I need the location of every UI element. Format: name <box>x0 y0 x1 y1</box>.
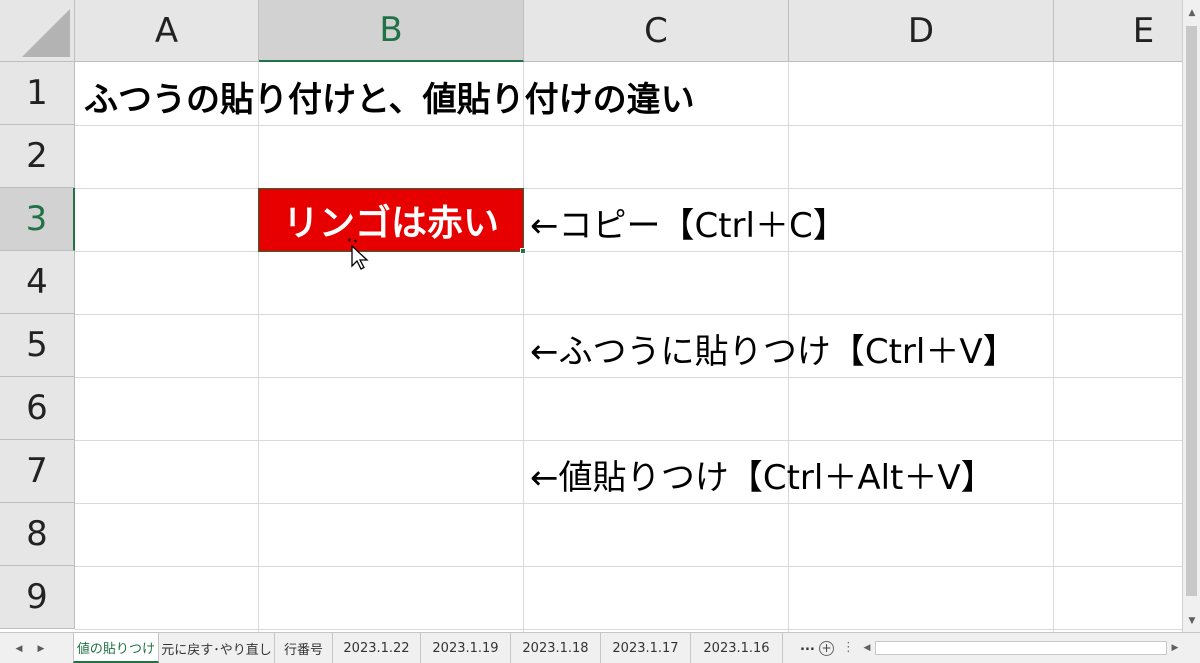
cell-c7-note[interactable]: ←値貼りつけ【Ctrl＋Alt＋V】 <box>530 450 995 499</box>
vertical-scroll-thumb[interactable] <box>1186 26 1197 596</box>
row-header-1[interactable]: 1 <box>0 62 75 125</box>
column-header-e[interactable]: E <box>1054 0 1182 62</box>
gridline-horizontal <box>75 503 1182 504</box>
column-header-c[interactable]: C <box>524 0 789 62</box>
cell-a1-title[interactable]: ふつうの貼り付けと、値貼り付けの違い <box>84 72 695 121</box>
scroll-up-icon[interactable]: ▲ <box>1183 4 1200 22</box>
column-header-a[interactable]: A <box>75 0 259 62</box>
column-header-b[interactable]: B <box>259 0 524 62</box>
fill-handle[interactable] <box>520 248 526 254</box>
mouse-cursor-icon <box>348 238 369 270</box>
row-header-5[interactable]: 5 <box>0 314 75 377</box>
select-all-triangle-icon <box>22 9 70 57</box>
gridline-vertical <box>258 62 259 632</box>
sheet-tab[interactable]: 2023.1.19 <box>421 633 511 663</box>
row-header-2[interactable]: 2 <box>0 125 75 188</box>
sheet-tab[interactable]: 2023.1.18 <box>511 633 601 663</box>
more-tabs-button[interactable]: ... <box>800 639 815 654</box>
plus-circle-icon[interactable]: + <box>819 641 834 656</box>
tab-scroll-right-icon[interactable]: ▶ <box>34 642 48 656</box>
row-header-6[interactable]: 6 <box>0 377 75 440</box>
gridline-horizontal <box>75 377 1182 378</box>
tab-splitter-handle[interactable]: ⋮ <box>842 640 855 655</box>
cell-b3-selected[interactable]: リンゴは赤い <box>258 188 524 252</box>
gridline-horizontal <box>75 251 1182 252</box>
spreadsheet-grid[interactable]: A B C D E 1 2 3 4 5 6 7 8 9 ふつうの貼り付けと、値貼… <box>0 0 1182 632</box>
row-header-7[interactable]: 7 <box>0 440 75 503</box>
horizontal-scroll-thumb[interactable] <box>875 641 1167 655</box>
scroll-down-icon[interactable]: ▼ <box>1183 612 1200 630</box>
sheet-tab-active[interactable]: 値の貼りつけ <box>73 633 159 663</box>
gridline-horizontal <box>75 629 1182 630</box>
vertical-scrollbar[interactable]: ▲ ▼ <box>1182 0 1200 632</box>
sheet-tab[interactable]: 2023.1.22 <box>333 633 421 663</box>
row-header-8[interactable]: 8 <box>0 503 75 566</box>
row-header-4[interactable]: 4 <box>0 251 75 314</box>
scroll-right-icon[interactable]: ▶ <box>1168 640 1182 656</box>
sheet-tab[interactable]: 元に戻す･やり直し <box>159 633 275 663</box>
row-header-3[interactable]: 3 <box>0 188 75 251</box>
scroll-left-icon[interactable]: ◀ <box>860 640 874 656</box>
cell-c5-note[interactable]: ←ふつうに貼りつけ【Ctrl＋V】 <box>530 324 1017 373</box>
sheet-tab[interactable]: 行番号 <box>275 633 333 663</box>
row-header-9[interactable]: 9 <box>0 566 75 629</box>
horizontal-scrollbar[interactable]: ◀ ▶ <box>858 637 1183 659</box>
gridline-horizontal <box>75 440 1182 441</box>
gridline-horizontal <box>75 566 1182 567</box>
gridline-horizontal <box>75 125 1182 126</box>
cell-c3-note[interactable]: ←コピー【Ctrl＋C】 <box>530 198 847 247</box>
tab-scroll-left-icon[interactable]: ◀ <box>12 642 26 656</box>
gridline-horizontal <box>75 188 1182 189</box>
sheet-tab[interactable]: 2023.1.16 <box>691 633 783 663</box>
gridline-horizontal <box>75 314 1182 315</box>
sheet-tab-bar: ◀ ▶ 値の貼りつけ 元に戻す･やり直し 行番号 2023.1.22 2023.… <box>0 632 1200 663</box>
select-all-corner[interactable] <box>0 0 75 62</box>
gridline-vertical <box>523 62 524 632</box>
gridline-vertical <box>1053 62 1054 632</box>
sheet-tab[interactable]: 2023.1.17 <box>601 633 691 663</box>
column-header-d[interactable]: D <box>789 0 1054 62</box>
